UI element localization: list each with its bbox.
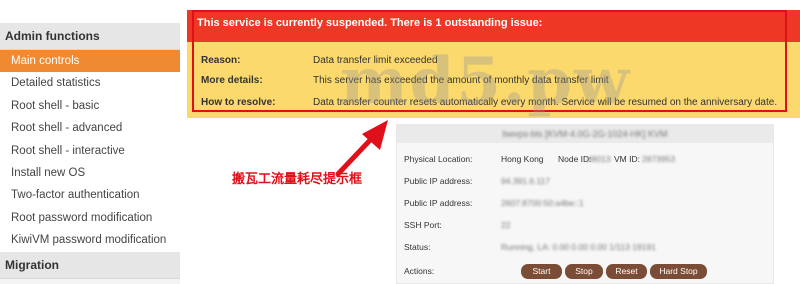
status-label: Status: bbox=[404, 242, 431, 252]
row-ssh-port: SSH Port: 22 bbox=[404, 220, 774, 232]
physical-location-value: Hong Kong bbox=[501, 154, 544, 164]
public-ip-value-2: 2607:8700:50:a4be::1 bbox=[501, 198, 584, 208]
sidebar: Admin functions Main controls Detailed s… bbox=[0, 0, 180, 284]
sidebar-item-kiwivm-password[interactable]: KiwiVM password modification bbox=[0, 229, 180, 252]
annotation-highlight-box bbox=[192, 10, 787, 112]
annotation-label: 搬瓦工流量耗尽提示框 bbox=[232, 172, 363, 187]
start-button[interactable]: Start bbox=[521, 264, 562, 279]
node-id-value: #8013 bbox=[587, 154, 611, 164]
row-status: Status: Running, LA: 0.00 0.00 0.00 1/11… bbox=[404, 242, 774, 254]
sidebar-item-main-controls[interactable]: Main controls bbox=[0, 50, 180, 73]
stop-button[interactable]: Stop bbox=[565, 264, 603, 279]
sidebar-item-install-new-os[interactable]: Install new OS bbox=[0, 161, 180, 185]
physical-location-label: Physical Location: bbox=[404, 154, 473, 164]
panel-header: bwvps-bls [KVM-4.0G-2G-1024-HK] KVM bbox=[397, 125, 773, 143]
sidebar-item-two-factor-auth[interactable]: Two-factor authentication bbox=[0, 184, 180, 207]
sidebar-menu: Main controls Detailed statistics Root s… bbox=[0, 50, 180, 252]
vm-id-value: 2873953 bbox=[642, 154, 676, 164]
sidebar-item-detailed-statistics[interactable]: Detailed statistics bbox=[0, 72, 180, 95]
status-value: Running, LA: 0.00 0.00 0.00 1/113 19191 bbox=[501, 242, 656, 252]
sidebar-item-root-password[interactable]: Root password modification bbox=[0, 206, 180, 230]
sidebar-section-admin: Admin functions bbox=[0, 23, 180, 50]
sidebar-item-root-shell-basic[interactable]: Root shell - basic bbox=[0, 94, 180, 118]
actions-label: Actions: bbox=[404, 266, 435, 276]
ssh-port-value: 22 bbox=[501, 220, 511, 230]
public-ip-value-1: 94.391.6.117 bbox=[501, 176, 550, 186]
ssh-port-label: SSH Port: bbox=[404, 220, 442, 230]
sidebar-item-root-shell-interactive[interactable]: Root shell - interactive bbox=[0, 139, 180, 162]
public-ip-label-2: Public IP address: bbox=[404, 198, 473, 208]
row-actions: Actions: bbox=[404, 266, 504, 278]
sidebar-top-space bbox=[0, 0, 180, 23]
row-public-ip-2: Public IP address: 2607:8700:50:a4be::1 bbox=[404, 198, 774, 210]
hard-stop-button[interactable]: Hard Stop bbox=[650, 264, 707, 279]
reset-button[interactable]: Reset bbox=[606, 264, 647, 279]
public-ip-label-1: Public IP address: bbox=[404, 176, 473, 186]
vm-id-label: VM ID: bbox=[614, 154, 640, 164]
sidebar-item-root-shell-advanced[interactable]: Root shell - advanced bbox=[0, 117, 180, 140]
panel-header-text: bwvps-bls [KVM-4.0G-2G-1024-HK] KVM bbox=[502, 129, 668, 139]
row-public-ip-1: Public IP address: 94.391.6.117 bbox=[404, 176, 774, 188]
row-physical-location: Physical Location: Hong Kong Node ID: #8… bbox=[404, 154, 774, 166]
sidebar-section-migration[interactable]: Migration bbox=[0, 251, 180, 279]
